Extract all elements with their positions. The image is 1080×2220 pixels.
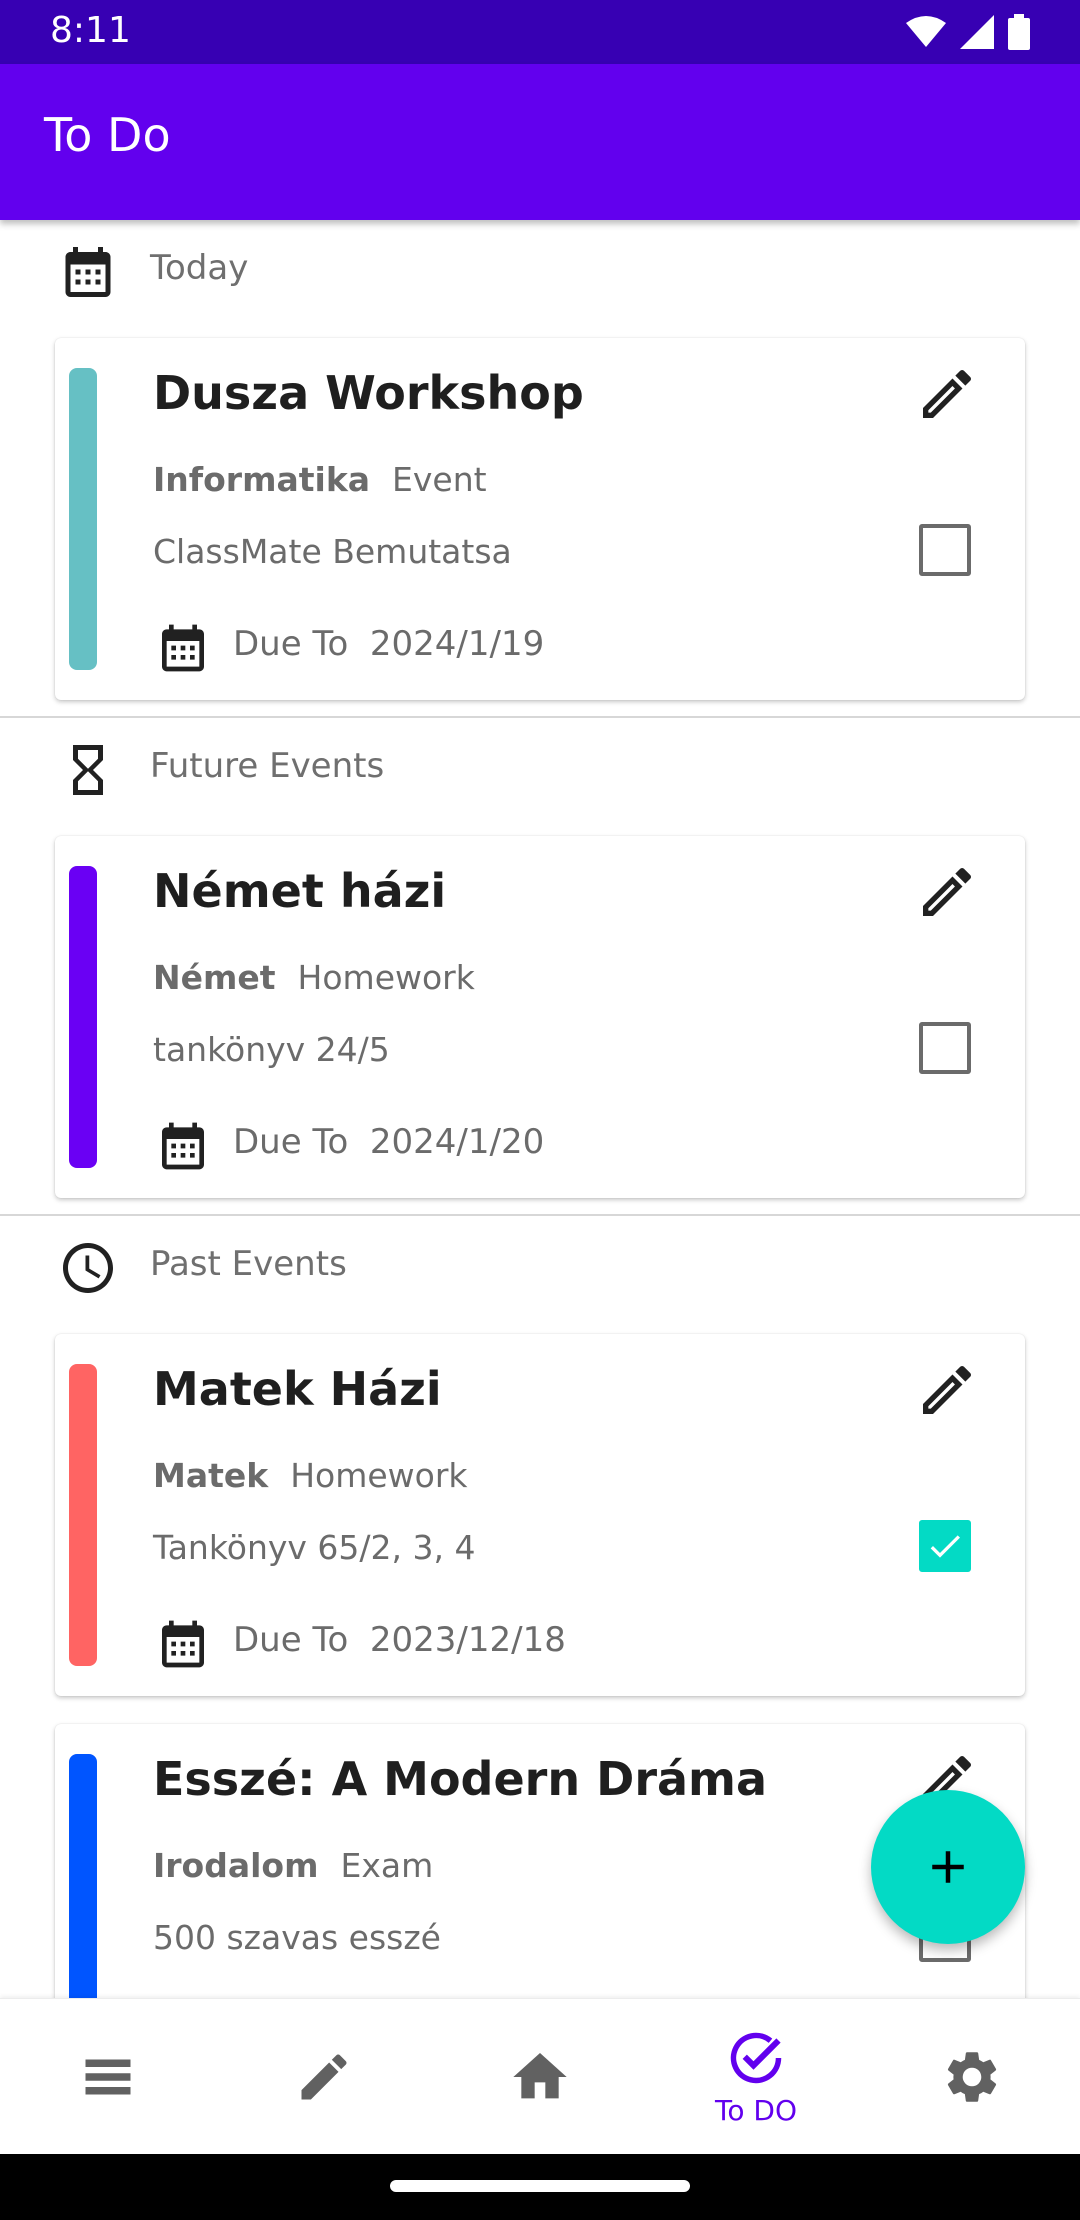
task-meta: Irodalom Exam (153, 1846, 433, 1885)
task-card[interactable]: Német házi Német Homework tankönyv 24/5 D… (55, 836, 1025, 1198)
battery-icon (1008, 14, 1030, 50)
nav-item-todo[interactable]: To DO (648, 1999, 864, 2155)
section-label: Future Events (150, 746, 385, 786)
nav-label-todo: To DO (715, 2093, 797, 2127)
task-description: 500 szavas esszé (153, 1918, 441, 1957)
task-title: Matek Házi (153, 1362, 442, 1416)
due-label: Due To (233, 1620, 349, 1660)
edit-pencil-icon[interactable] (915, 860, 979, 924)
task-title: Német házi (153, 864, 447, 918)
task-due: Due To 2023/12/18 (233, 1620, 566, 1660)
section-header-future: Future Events (0, 718, 1080, 818)
due-label: Due To (233, 624, 349, 664)
bottom-navigation: To DO (0, 1998, 1080, 2154)
task-subject: Német (153, 958, 276, 997)
task-due: Due To 2024/1/20 (233, 1122, 544, 1162)
pencil-icon (301, 2054, 347, 2100)
task-subject: Irodalom (153, 1846, 319, 1885)
task-description: tankönyv 24/5 (153, 1030, 390, 1069)
due-date: 2024/1/20 (369, 1122, 545, 1162)
section-label: Past Events (150, 1244, 347, 1284)
nav-item-edit[interactable] (216, 1999, 432, 2155)
done-checkbox[interactable] (919, 524, 971, 576)
nav-item-home[interactable] (432, 1999, 648, 2155)
task-title: Esszé: A Modern Dráma (153, 1752, 768, 1806)
task-meta: Matek Homework (153, 1456, 468, 1495)
task-color-stripe (69, 368, 97, 670)
check-circle-icon (730, 2032, 782, 2083)
clock-icon (63, 1243, 113, 1293)
task-type: Homework (290, 1456, 468, 1495)
wifi-icon (906, 16, 946, 47)
done-checkbox[interactable] (919, 1022, 971, 1074)
due-date: 2024/1/19 (369, 624, 545, 664)
task-subject: Matek (153, 1456, 269, 1495)
due-label: Due To (233, 1122, 349, 1162)
calendar-icon (162, 1122, 204, 1170)
page-title: To Do (44, 108, 171, 162)
signal-icon (960, 15, 994, 49)
app-bar: To Do (0, 64, 1080, 220)
section-header-past: Past Events (0, 1216, 1080, 1316)
plus-icon (932, 1851, 964, 1883)
task-due: Due To 2024/1/19 (233, 624, 544, 664)
task-description: ClassMate Bemutatsa (153, 532, 512, 571)
section-label: Today (150, 248, 249, 288)
task-color-stripe (69, 1754, 97, 1998)
task-meta: Német Homework (153, 958, 475, 997)
calendar-icon (162, 1620, 204, 1668)
status-time: 8:11 (50, 10, 131, 51)
add-task-button[interactable] (871, 1790, 1025, 1944)
task-type: Homework (297, 958, 475, 997)
nav-item-settings[interactable] (864, 1999, 1080, 2155)
due-date: 2023/12/18 (369, 1620, 566, 1660)
task-type: Exam (340, 1846, 434, 1885)
gear-icon (947, 2052, 997, 2102)
checkmark-icon (930, 1535, 960, 1558)
task-color-stripe (69, 1364, 97, 1666)
calendar-icon (162, 624, 204, 672)
status-bar: 8:11 (0, 0, 1080, 64)
task-subject: Informatika (153, 460, 371, 499)
task-color-stripe (69, 866, 97, 1168)
home-icon (513, 2053, 567, 2099)
task-title: Dusza Workshop (153, 366, 584, 420)
calendar-icon (65, 247, 111, 297)
task-type: Event (392, 460, 487, 499)
menu-icon (85, 2059, 131, 2095)
status-icons (906, 14, 1030, 50)
task-list[interactable]: Today Dusza Workshop Informatika Event Cl… (0, 220, 1080, 1998)
task-meta: Informatika Event (153, 460, 487, 499)
home-gesture-handle[interactable] (390, 2180, 690, 2192)
system-navigation-bar (0, 2154, 1080, 2220)
done-checkbox[interactable] (919, 1520, 971, 1572)
section-header-today: Today (0, 220, 1080, 320)
task-description: Tankönyv 65/2, 3, 4 (153, 1528, 476, 1567)
edit-pencil-icon[interactable] (915, 1358, 979, 1422)
nav-item-menu[interactable] (0, 1999, 216, 2155)
hourglass-icon (73, 745, 103, 795)
task-card[interactable]: Matek Házi Matek Homework Tankönyv 65/2, … (55, 1334, 1025, 1696)
task-card[interactable]: Dusza Workshop Informatika Event ClassMat… (55, 338, 1025, 700)
edit-pencil-icon[interactable] (915, 362, 979, 426)
